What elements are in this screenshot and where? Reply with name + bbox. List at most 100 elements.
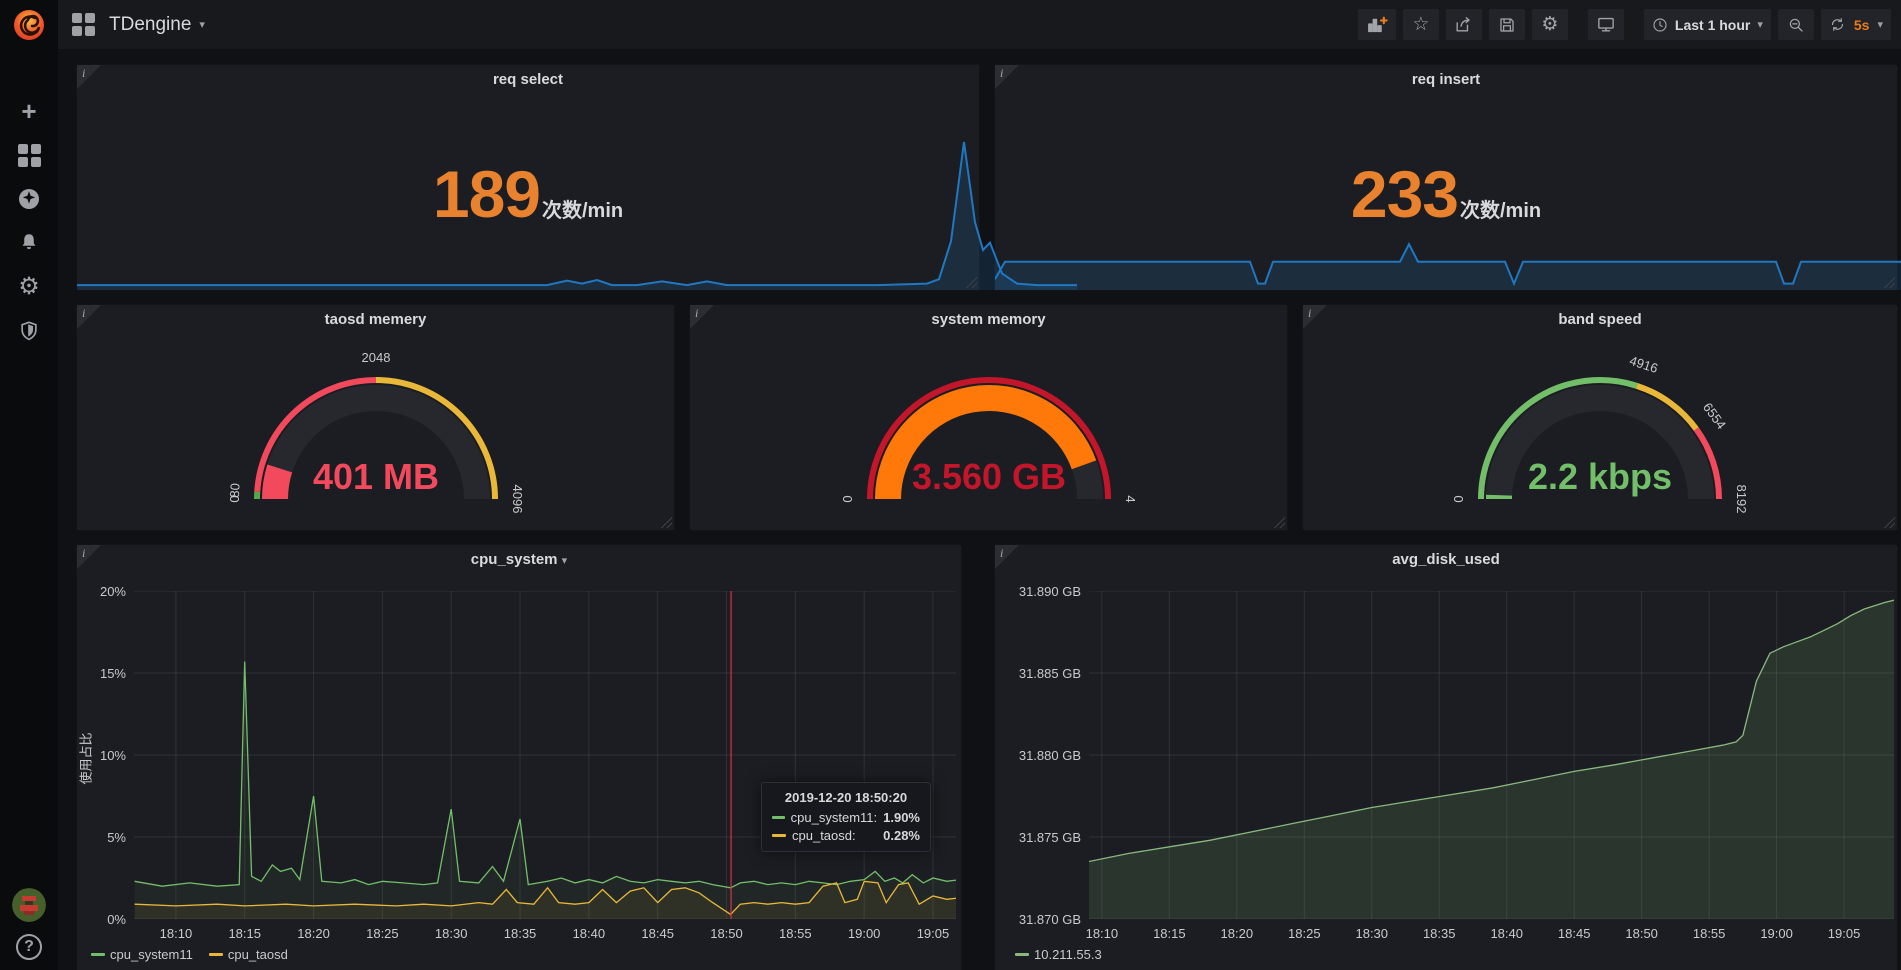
dashboards-menu-item[interactable]: [0, 133, 58, 177]
panel-info-icon[interactable]: i: [1303, 305, 1327, 329]
panel-title[interactable]: system memory: [690, 305, 1287, 335]
dashboard-grid: i req select 189 次数/min i req insert 233…: [58, 49, 1901, 970]
panel-title[interactable]: cpu_system ▾: [77, 545, 961, 575]
dashboards-icon: [18, 144, 41, 167]
dashboard-grid-icon[interactable]: [72, 13, 95, 36]
series-color-swatch: [91, 953, 105, 956]
y-tick-label: 31.875 GB: [1001, 830, 1081, 845]
help-menu-item[interactable]: ?: [16, 934, 42, 960]
save-dashboard-button[interactable]: [1489, 9, 1525, 40]
y-tick-label: 5%: [58, 830, 126, 845]
legend-item-cpu-taosd[interactable]: cpu_taosd: [209, 947, 288, 962]
sidebar: + ⚙: [0, 0, 58, 970]
grafana-logo-icon: [12, 8, 46, 42]
avatar-icon: [12, 888, 46, 922]
x-tick-label: 18:30: [423, 926, 479, 941]
panel-title[interactable]: band speed: [1303, 305, 1897, 335]
panel-avg-disk-used: i avg_disk_used 18:1018:1518:2018:2518:3…: [994, 544, 1898, 970]
panel-info-icon[interactable]: i: [995, 65, 1019, 89]
stat-value: 189: [433, 161, 540, 227]
panel-band-speed: i band speed 04916655481922.2 kbps: [1302, 304, 1898, 531]
cycle-view-mode-button[interactable]: [1588, 9, 1624, 40]
chevron-down-icon: ▾: [199, 18, 205, 31]
refresh-picker[interactable]: 5s ▾: [1821, 9, 1891, 40]
main-area: TDengine▾ ☆: [58, 0, 1901, 970]
star-icon: ☆: [1412, 15, 1429, 34]
x-tick-label: 18:25: [1276, 926, 1332, 941]
zoom-out-time-button[interactable]: [1778, 9, 1814, 40]
time-series-chart[interactable]: 18:1018:1518:2018:2518:3018:3518:4018:45…: [995, 545, 1897, 970]
server-admin-menu-item[interactable]: [0, 309, 58, 353]
x-tick-label: 18:45: [630, 926, 686, 941]
legend-item-10-211-55-3[interactable]: 10.211.55.3: [1015, 947, 1102, 962]
panel-title[interactable]: req select: [77, 65, 979, 95]
configuration-menu-item[interactable]: ⚙: [0, 265, 58, 309]
x-tick-label: 18:20: [286, 926, 342, 941]
chart-tooltip: 2019-12-20 18:50:20 cpu_system11: 1.90% …: [761, 782, 931, 852]
x-tick-label: 19:00: [836, 926, 892, 941]
panel-title[interactable]: taosd memery: [77, 305, 674, 335]
y-tick-label: 20%: [58, 584, 126, 599]
panel-info-icon[interactable]: i: [690, 305, 714, 329]
panel-title[interactable]: avg_disk_used: [995, 545, 1897, 575]
zoom-out-icon: [1787, 16, 1805, 34]
x-tick-label: 18:35: [492, 926, 548, 941]
panel-system-memory: i system memory 043.560 GB: [689, 304, 1288, 531]
gauge-chart: 08020484096401 MB: [77, 331, 674, 531]
panel-info-icon[interactable]: i: [77, 305, 101, 329]
legend-item-cpu-system11[interactable]: cpu_system11: [91, 947, 193, 962]
x-tick-label: 18:50: [1614, 926, 1670, 941]
stat-unit: 次数/min: [542, 194, 623, 223]
share-dashboard-button[interactable]: [1446, 9, 1482, 40]
create-menu-item[interactable]: +: [0, 89, 58, 133]
time-range-label: Last 1 hour: [1675, 17, 1750, 33]
add-panel-button[interactable]: [1358, 9, 1396, 40]
panel-info-icon[interactable]: i: [77, 65, 101, 89]
gear-icon: ⚙: [1541, 15, 1558, 34]
x-tick-label: 18:40: [1479, 926, 1535, 941]
explore-menu-item[interactable]: [0, 177, 58, 221]
y-tick-label: 31.885 GB: [1001, 666, 1081, 681]
x-tick-label: 18:40: [561, 926, 617, 941]
dashboard-title[interactable]: TDengine▾: [109, 14, 205, 36]
svg-text:2048: 2048: [361, 350, 390, 365]
user-avatar[interactable]: [12, 888, 46, 922]
shield-icon: [18, 320, 40, 342]
save-icon: [1498, 16, 1516, 34]
alerting-menu-item[interactable]: [0, 221, 58, 265]
svg-text:0: 0: [840, 495, 855, 502]
y-tick-label: 31.870 GB: [1001, 912, 1081, 927]
svg-text:8192: 8192: [1734, 485, 1749, 514]
star-dashboard-button[interactable]: ☆: [1403, 9, 1439, 40]
grafana-logo[interactable]: [0, 0, 58, 49]
panel-title[interactable]: req insert: [995, 65, 1897, 95]
x-tick-label: 18:25: [354, 926, 410, 941]
tooltip-timestamp: 2019-12-20 18:50:20: [772, 790, 920, 805]
panel-info-icon[interactable]: i: [77, 545, 101, 569]
refresh-interval-label: 5s: [1854, 17, 1870, 33]
stat-unit: 次数/min: [1460, 194, 1541, 223]
y-tick-label: 31.880 GB: [1001, 748, 1081, 763]
dashboard-settings-button[interactable]: ⚙: [1532, 9, 1568, 40]
chevron-down-icon: ▾: [1877, 18, 1883, 31]
bell-icon: [18, 232, 40, 254]
y-axis-label: 使用占比: [76, 732, 95, 784]
series-color-swatch: [209, 953, 223, 956]
time-series-chart[interactable]: 18:1018:1518:2018:2518:3018:3518:4018:45…: [77, 545, 961, 970]
x-tick-label: 18:45: [1546, 926, 1602, 941]
share-icon: [1454, 15, 1473, 34]
sidebar-bottom: ?: [12, 888, 46, 960]
x-tick-label: 18:55: [1681, 926, 1737, 941]
stat-value: 233: [1351, 161, 1458, 227]
y-tick-label: 31.890 GB: [1001, 584, 1081, 599]
tooltip-row: cpu_system11: 1.90%: [772, 810, 920, 825]
time-range-picker[interactable]: Last 1 hour ▾: [1644, 9, 1771, 40]
x-tick-label: 18:30: [1344, 926, 1400, 941]
x-tick-label: 18:15: [1141, 926, 1197, 941]
panel-info-icon[interactable]: i: [995, 545, 1019, 569]
panel-taosd-memory: i taosd memery 08020484096401 MB: [76, 304, 675, 531]
x-tick-label: 19:05: [1816, 926, 1872, 941]
grafana-app: + ⚙: [0, 0, 1901, 970]
clock-icon: [1652, 17, 1668, 33]
svg-text:80: 80: [226, 483, 242, 498]
